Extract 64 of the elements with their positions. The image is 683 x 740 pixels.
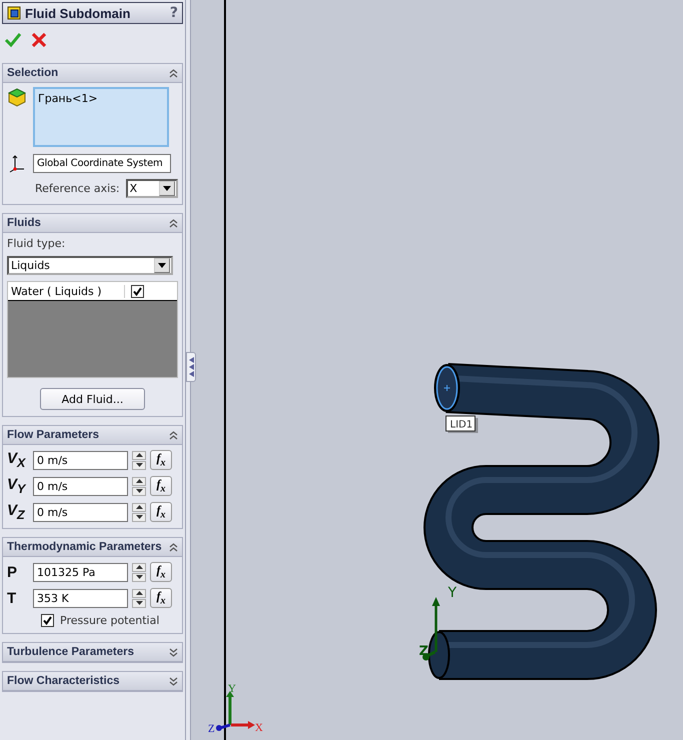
check-icon (43, 616, 52, 625)
option-label: Pressure potential (60, 614, 160, 627)
collapse-handle[interactable] (186, 352, 196, 382)
expand-icon[interactable] (169, 676, 178, 686)
parameter-field[interactable]: 0 m/s (33, 476, 128, 496)
check-icon (133, 286, 142, 296)
axis-label: Z (208, 723, 215, 735)
section-header[interactable]: Flow Characteristics (3, 672, 182, 691)
collapse-icon[interactable] (169, 542, 178, 552)
formula-button[interactable]: f$_{x}$ (150, 476, 172, 496)
section-header[interactable]: Fluids (3, 214, 182, 233)
parameter-field[interactable]: 101325 Pa (33, 562, 128, 582)
parameter-symbol: V$_{Z}$ (7, 502, 26, 522)
formula-button[interactable]: f$_{x}$ (150, 502, 172, 522)
lid-tag: LID1 (446, 416, 478, 433)
spin-buttons[interactable] (132, 502, 146, 522)
caret-icon (158, 263, 166, 268)
collapse-icon[interactable] (169, 68, 178, 78)
add-fluid-button[interactable]: Add Fluid... (40, 388, 145, 410)
cube-icon (7, 87, 27, 107)
parameter-symbol: T (7, 590, 18, 606)
coordinate-system-field[interactable]: Global Coordinate System (33, 154, 171, 172)
section-header[interactable]: Flow Parameters (3, 426, 182, 445)
expand-icon[interactable] (169, 648, 178, 656)
spin-buttons[interactable] (132, 562, 146, 582)
list-item[interactable]: Грань<1> (38, 92, 98, 105)
help-button[interactable]: ? (170, 5, 178, 21)
reference-axis-label: Reference axis: (35, 182, 120, 195)
view-triad-drawing (216, 691, 255, 731)
parameter-field[interactable]: 0 m/s (33, 450, 128, 470)
parameter-field[interactable]: 353 K (33, 588, 128, 608)
axes-icon (7, 153, 27, 173)
section-header[interactable]: Turbulence Parameters (3, 643, 182, 662)
selection-list[interactable]: Грань<1> (33, 87, 169, 147)
fluid-name-cell: Water ( Liquids ) (8, 284, 125, 298)
fluid-type-label: Fluid type: (7, 237, 66, 250)
caret-icon (163, 186, 171, 191)
fluid-checkbox[interactable] (131, 284, 144, 298)
spin-buttons[interactable] (132, 588, 146, 608)
panel-title: Fluid Subdomain (25, 6, 132, 20)
formula-button[interactable]: f$_{x}$ (150, 450, 172, 470)
parameter-symbol: P (7, 564, 18, 580)
close-icon (30, 31, 48, 49)
collapse-icon[interactable] (169, 218, 178, 228)
axis-label: Y (448, 585, 457, 601)
parameter-field[interactable]: 0 m/s (33, 502, 128, 522)
axis-label: Y (228, 683, 236, 695)
arrows-icon (188, 356, 194, 378)
option-checkbox[interactable] (41, 614, 54, 627)
parameter-symbol: V$_{X}$ (7, 450, 27, 470)
check-icon (4, 31, 22, 49)
formula-button[interactable]: f$_{x}$ (150, 562, 172, 582)
spin-buttons[interactable] (132, 476, 146, 496)
collapse-icon[interactable] (169, 430, 178, 440)
section-header[interactable]: Selection (3, 64, 182, 83)
spin-buttons[interactable] (132, 450, 146, 470)
fluid-type-dropdown[interactable]: Liquids (7, 256, 173, 275)
section-header[interactable]: Thermodynamic Parameters (3, 538, 182, 557)
reference-axis-dropdown[interactable]: X (126, 179, 178, 198)
parameter-symbol: V$_{Y}$ (7, 476, 27, 496)
axis-label: X (255, 722, 263, 734)
formula-button[interactable]: f$_{x}$ (150, 588, 172, 608)
feature-icon (7, 6, 21, 20)
cancel-button[interactable] (30, 31, 48, 49)
